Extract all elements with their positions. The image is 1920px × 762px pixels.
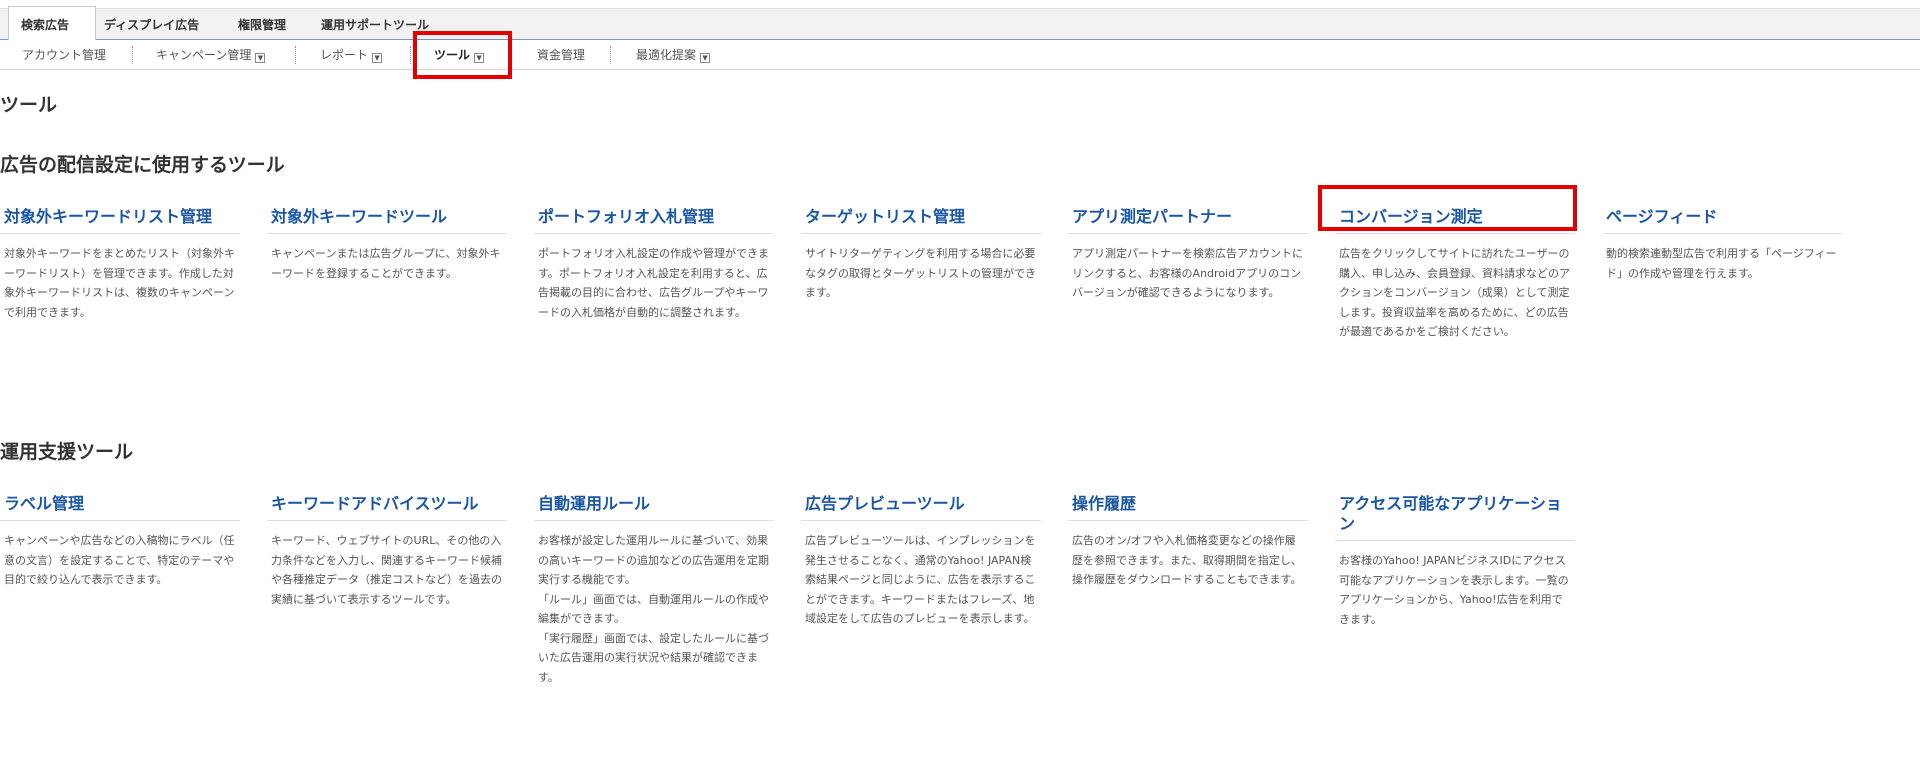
- tool-card: ラベル管理 キャンペーンや広告などの入稿物にラベル（任意の文言）を設定することで…: [0, 494, 240, 590]
- tool-card: アプリ測定パートナー アプリ測定パートナーを検索広告アカウントにリンクすると、お…: [1068, 207, 1308, 303]
- tool-card: 対象外キーワードリスト管理 対象外キーワードをまとめたリスト（対象外キーワードリ…: [0, 207, 240, 322]
- nav-separator: [610, 46, 611, 64]
- nav-campaign[interactable]: キャンペーン管理 ▼: [156, 40, 266, 70]
- tool-description: 広告プレビューツールは、インプレッションを発生させることなく、通常のYahoo!…: [805, 534, 1036, 625]
- tool-link-label-management[interactable]: ラベル管理: [0, 494, 240, 521]
- tool-card: キーワードアドバイスツール キーワード、ウェブサイトのURL、その他の入力条件な…: [267, 494, 507, 609]
- page-title: ツール: [0, 94, 58, 116]
- chevron-down-icon[interactable]: ▼: [372, 53, 383, 63]
- nav-account[interactable]: アカウント管理: [22, 40, 106, 70]
- tab-display-ads[interactable]: ディスプレイ広告: [104, 9, 199, 41]
- tool-description: キャンペーンや広告などの入稿物にラベル（任意の文言）を設定することで、特定のテー…: [4, 534, 235, 586]
- tool-link-ad-preview[interactable]: 広告プレビューツール: [801, 494, 1041, 521]
- tool-link-operation-history[interactable]: 操作履歴: [1068, 494, 1308, 521]
- tool-card: 対象外キーワードツール キャンペーンまたは広告グループに、対象外キーワードを登録…: [267, 207, 507, 283]
- tool-description: ポートフォリオ入札設定の作成や管理ができます。ポートフォリオ入札設定を利用すると…: [538, 247, 769, 319]
- tool-link-negative-keyword-tool[interactable]: 対象外キーワードツール: [267, 207, 507, 234]
- tool-link-page-feed[interactable]: ページフィード: [1602, 207, 1842, 234]
- tool-description: アプリ測定パートナーを検索広告アカウントにリンクすると、お客様のAndroidア…: [1072, 247, 1303, 299]
- tool-description: キャンペーンまたは広告グループに、対象外キーワードを登録することができます。: [271, 247, 501, 280]
- tool-description: 広告をクリックしてサイトに訪れたユーザーの購入、申し込み、会員登録、資料請求など…: [1339, 247, 1570, 338]
- nav-separator: [295, 46, 296, 64]
- tool-link-automated-rules[interactable]: 自動運用ルール: [534, 494, 774, 521]
- tool-description: お客様のYahoo! JAPANビジネスIDにアクセス可能なアプリケーションを表…: [1339, 554, 1569, 626]
- nav-funds[interactable]: 資金管理: [537, 40, 585, 70]
- nav-campaign-label: キャンペーン管理: [156, 48, 252, 62]
- nav-optimization-label: 最適化提案: [636, 48, 697, 62]
- section-title-delivery: 広告の配信設定に使用するツール: [0, 154, 285, 176]
- section-title-operation: 運用支援ツール: [0, 441, 134, 463]
- tab-search-ads[interactable]: 検索広告: [8, 6, 96, 42]
- nav-separator: [410, 46, 411, 64]
- tool-link-accessible-applications[interactable]: アクセス可能なアプリケーション: [1335, 494, 1575, 541]
- tool-link-app-measurement-partner[interactable]: アプリ測定パートナー: [1068, 207, 1308, 234]
- nav-optimization[interactable]: 最適化提案 ▼: [636, 40, 711, 70]
- tool-card: ターゲットリスト管理 サイトリターゲティングを利用する場合に必要なタグの取得とタ…: [801, 207, 1041, 303]
- tool-link-keyword-advice[interactable]: キーワードアドバイスツール: [267, 494, 507, 521]
- nav-report-label: レポート: [320, 48, 369, 62]
- nav-separator: [132, 46, 133, 64]
- tool-link-target-list[interactable]: ターゲットリスト管理: [801, 207, 1041, 234]
- chevron-down-icon[interactable]: ▼: [700, 53, 711, 63]
- tool-card: コンバージョン測定 広告をクリックしてサイトに訪れたユーザーの購入、申し込み、会…: [1335, 207, 1575, 342]
- tool-description: キーワード、ウェブサイトのURL、その他の入力条件などを入力し、関連するキーワー…: [271, 534, 502, 606]
- top-tab-bar: 検索広告 ディスプレイ広告 権限管理 運用サポートツール: [0, 6, 1920, 42]
- sub-navigation: アカウント管理 キャンペーン管理 ▼ レポート ▼ ツール ▼ 資金管理 最適化提案 ▼: [0, 40, 1920, 70]
- tool-link-portfolio-bidding[interactable]: ポートフォリオ入札管理: [534, 207, 774, 234]
- tool-description: 動的検索連動型広告で利用する「ページフィード」の作成や管理を行えます。: [1606, 247, 1837, 280]
- tab-permissions[interactable]: 権限管理: [238, 9, 286, 41]
- tool-description: サイトリターゲティングを利用する場合に必要なタグの取得とターゲットリストの管理が…: [805, 247, 1036, 299]
- tool-card: 自動運用ルール お客様が設定した運用ルールに基づいて、効果の高いキーワードの追加…: [534, 494, 774, 687]
- tool-card: 広告プレビューツール 広告プレビューツールは、インプレッションを発生させることな…: [801, 494, 1041, 629]
- tool-description: 広告のオン/オフや入札価格変更などの操作履歴を参照できます。また、取得期間を指定…: [1072, 534, 1302, 586]
- tool-description: お客様が設定した運用ルールに基づいて、効果の高いキーワードの追加などの広告運用を…: [538, 534, 769, 684]
- nav-report[interactable]: レポート ▼: [320, 40, 383, 70]
- tool-description: 対象外キーワードをまとめたリスト（対象外キーワードリスト）を管理できます。作成し…: [4, 247, 235, 319]
- chevron-down-icon[interactable]: ▼: [255, 53, 266, 63]
- tool-card: 操作履歴 広告のオン/オフや入札価格変更などの操作履歴を参照できます。また、取得…: [1068, 494, 1308, 590]
- tool-link-negative-keyword-list[interactable]: 対象外キーワードリスト管理: [0, 207, 240, 234]
- tool-link-conversion-measurement[interactable]: コンバージョン測定: [1335, 207, 1575, 234]
- tool-card: ページフィード 動的検索連動型広告で利用する「ページフィード」の作成や管理を行え…: [1602, 207, 1842, 283]
- tool-card: アクセス可能なアプリケーション お客様のYahoo! JAPANビジネスIDにア…: [1335, 494, 1575, 629]
- highlight-tools-nav: [413, 31, 512, 79]
- tool-card: ポートフォリオ入札管理 ポートフォリオ入札設定の作成や管理ができます。ポートフォ…: [534, 207, 774, 322]
